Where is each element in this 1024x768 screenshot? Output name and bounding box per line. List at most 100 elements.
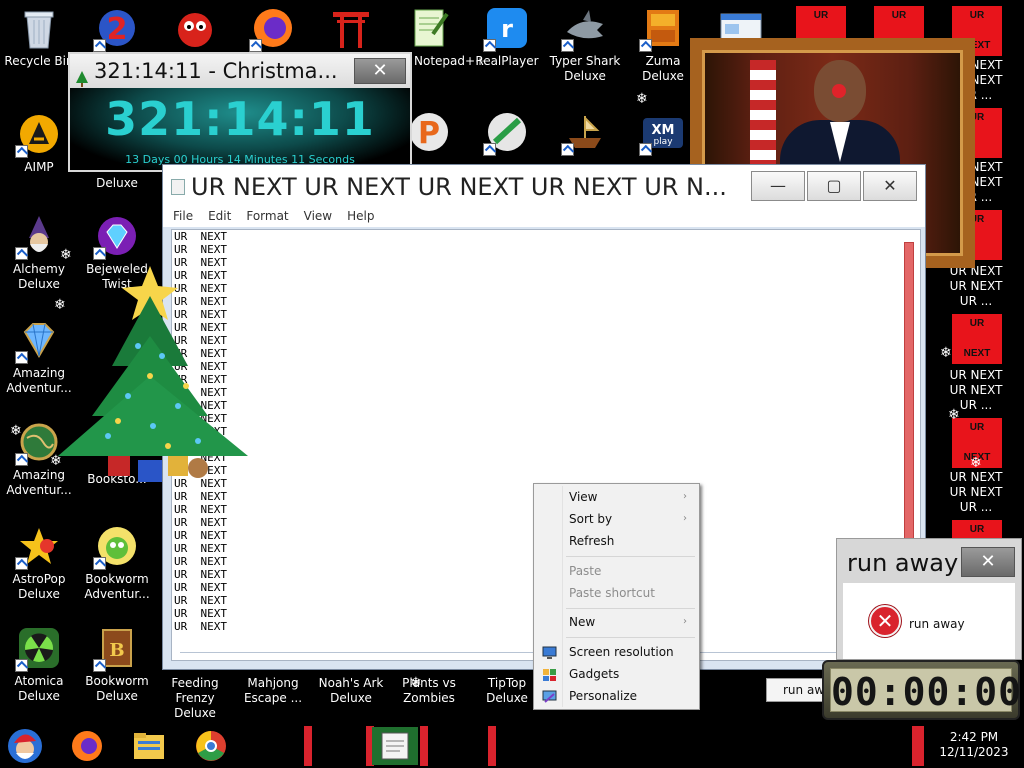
dialog-close-button[interactable]: ✕ bbox=[961, 547, 1015, 577]
shortcut-arrow-icon bbox=[483, 39, 496, 52]
system-clock[interactable]: 2:42 PM 12/11/2023 bbox=[934, 730, 1014, 760]
taskbar-pinned-red[interactable] bbox=[488, 726, 496, 766]
ur-text: UR bbox=[813, 10, 829, 21]
desktop-icon-typer-shark[interactable]: Typer Shark Deluxe bbox=[546, 6, 624, 84]
notepadpp-icon bbox=[407, 6, 451, 50]
desktop-icon-label: Mahjong Escape ... bbox=[243, 676, 303, 705]
gadgets-icon bbox=[542, 667, 557, 681]
desktop-icon-label: Bookworm Adventur... bbox=[84, 572, 150, 601]
book-icon: B bbox=[93, 626, 139, 672]
countdown-titlebar[interactable]: 321:14:11 - Christma... ✕ bbox=[70, 54, 410, 88]
close-button[interactable]: ✕ bbox=[863, 171, 917, 201]
clown-nose-shape bbox=[832, 84, 846, 98]
ur-next-tile[interactable]: UR bbox=[952, 520, 1002, 538]
menu-help[interactable]: Help bbox=[337, 205, 379, 223]
desktop-icon-bookworm-adventures[interactable]: Bookworm Adventur... bbox=[78, 524, 156, 602]
desktop-icon-label: Atomica Deluxe bbox=[14, 674, 64, 703]
gem-icon bbox=[93, 214, 139, 260]
countdown-gadget[interactable]: 321:14:11 - Christma... ✕ 321:14:11 13 D… bbox=[68, 52, 412, 172]
menu-item-sort-by[interactable]: Sort by › bbox=[536, 508, 697, 530]
taskbar-pinned-red[interactable] bbox=[420, 726, 428, 766]
shortcut-arrow-icon bbox=[561, 39, 574, 52]
desktop-icon-firefox[interactable] bbox=[234, 6, 312, 54]
astropop-icon bbox=[15, 524, 61, 570]
desktop-icon-aimp[interactable]: AIMP bbox=[0, 112, 78, 175]
desktop-icon-noahs-ark[interactable]: Noah's Ark Deluxe bbox=[312, 676, 390, 706]
desktop-icon-feeding-frenzy[interactable]: Feeding Frenzy Deluxe bbox=[156, 676, 234, 721]
firefox-icon bbox=[72, 731, 102, 761]
menu-item-gadgets[interactable]: Gadgets bbox=[536, 663, 697, 685]
ur-text: UR bbox=[891, 10, 907, 21]
digital-clock-gadget[interactable]: 00:00:00 bbox=[822, 660, 1021, 720]
desktop-icon-torii[interactable] bbox=[312, 6, 390, 54]
ur-text: UR bbox=[969, 318, 985, 329]
desktop-icon-red-creature[interactable] bbox=[156, 6, 234, 54]
taskbar-explorer[interactable] bbox=[128, 727, 170, 765]
menu-item-label: Paste shortcut bbox=[569, 586, 655, 600]
notepad-titlebar[interactable]: UR NEXT UR NEXT UR NEXT UR NEXT UR N... … bbox=[163, 165, 925, 205]
taskbar-pinned-red[interactable] bbox=[304, 726, 312, 766]
desktop-icon-green-orb[interactable] bbox=[468, 110, 546, 158]
menu-format[interactable]: Format bbox=[236, 205, 293, 223]
dialog-message: run away bbox=[909, 617, 965, 631]
ship-icon bbox=[561, 110, 607, 156]
start-button[interactable] bbox=[4, 727, 46, 765]
letter-p-icon: P bbox=[407, 110, 451, 154]
personalize-icon bbox=[542, 689, 557, 703]
menu-view[interactable]: View bbox=[294, 205, 337, 223]
svg-text:play: play bbox=[653, 137, 673, 147]
menu-item-screen-resolution[interactable]: Screen resolution bbox=[536, 641, 697, 663]
shortcut-arrow-icon bbox=[15, 145, 28, 158]
taskbar-pinned-red[interactable] bbox=[912, 726, 924, 766]
desktop-icon-astropop[interactable]: AstroPop Deluxe bbox=[0, 524, 78, 602]
shortcut-arrow-icon bbox=[15, 659, 28, 672]
ur-next-tile[interactable]: UR NEXT bbox=[952, 314, 1002, 364]
taskbar-chrome[interactable] bbox=[190, 727, 232, 765]
run-away-dialog[interactable]: run away ✕ ✕ run away bbox=[836, 538, 1022, 660]
desktop-context-menu[interactable]: View › Sort by › Refresh Paste Paste short… bbox=[533, 483, 700, 710]
shortcut-arrow-icon bbox=[249, 39, 262, 52]
menu-item-label: View bbox=[569, 490, 598, 504]
christmas-tree-image bbox=[58, 256, 252, 492]
desktop-icon-mahjong[interactable]: Mahjong Escape ... bbox=[234, 676, 312, 706]
svg-text:P: P bbox=[418, 116, 440, 151]
firefox-icon bbox=[249, 6, 295, 52]
alchemy-wizard-icon bbox=[15, 214, 61, 260]
menu-edit[interactable]: Edit bbox=[198, 205, 236, 223]
desktop-icon-recycle-bin[interactable]: Recycle Bin bbox=[0, 6, 78, 69]
desktop-icon-realplayer[interactable]: r RealPlayer bbox=[468, 6, 546, 69]
tree-small-icon bbox=[76, 63, 88, 87]
desktop-icon-plants-vs-zombies[interactable]: Plants vs Zombies bbox=[390, 676, 468, 706]
taskbar-firefox[interactable] bbox=[66, 727, 108, 765]
desktop-icon-label: Feeding Frenzy Deluxe bbox=[171, 676, 219, 720]
shortcut-arrow-icon bbox=[15, 247, 28, 260]
notepad-icon bbox=[171, 179, 185, 195]
desktop-icon-label: RealPlayer bbox=[475, 54, 539, 68]
snowflake-icon: ❄ bbox=[636, 91, 648, 107]
desktop-icon-bookworm[interactable]: B Bookworm Deluxe bbox=[78, 626, 156, 704]
minimize-button[interactable]: — bbox=[751, 171, 805, 201]
menu-item-view[interactable]: View › bbox=[536, 486, 697, 508]
menu-file[interactable]: File bbox=[163, 205, 198, 223]
shortcut-arrow-icon bbox=[93, 39, 106, 52]
desktop-icon-pirate-ship[interactable] bbox=[546, 110, 624, 158]
menu-item-personalize[interactable]: Personalize bbox=[536, 685, 697, 707]
number-two-icon: 2 bbox=[93, 6, 139, 52]
countdown-close-button[interactable]: ✕ bbox=[354, 58, 406, 84]
green-orb-icon bbox=[483, 110, 529, 156]
submenu-arrow-icon: › bbox=[683, 616, 687, 627]
desktop-icon-deluxe[interactable]: Deluxe bbox=[78, 176, 156, 191]
countdown-display: 321:14:11 13 Days 00 Hours 14 Minutes 11… bbox=[70, 88, 410, 170]
taskbar-notepad[interactable] bbox=[372, 727, 418, 765]
desktop-icon-2-badge[interactable]: 2 bbox=[78, 6, 156, 54]
menu-item-refresh[interactable]: Refresh bbox=[536, 530, 697, 552]
snowflake-icon: ❄ bbox=[410, 675, 422, 691]
menu-item-new[interactable]: New › bbox=[536, 611, 697, 633]
maximize-button[interactable]: ▢ bbox=[807, 171, 861, 201]
radiation-icon bbox=[15, 626, 61, 672]
taskbar: 2:42 PM 12/11/2023 bbox=[0, 724, 1024, 768]
snowflake-icon: ❄ bbox=[970, 455, 982, 471]
run-away-button[interactable]: run away bbox=[766, 678, 826, 702]
diamond-icon bbox=[15, 318, 61, 364]
desktop-icon-atomica[interactable]: Atomica Deluxe bbox=[0, 626, 78, 704]
